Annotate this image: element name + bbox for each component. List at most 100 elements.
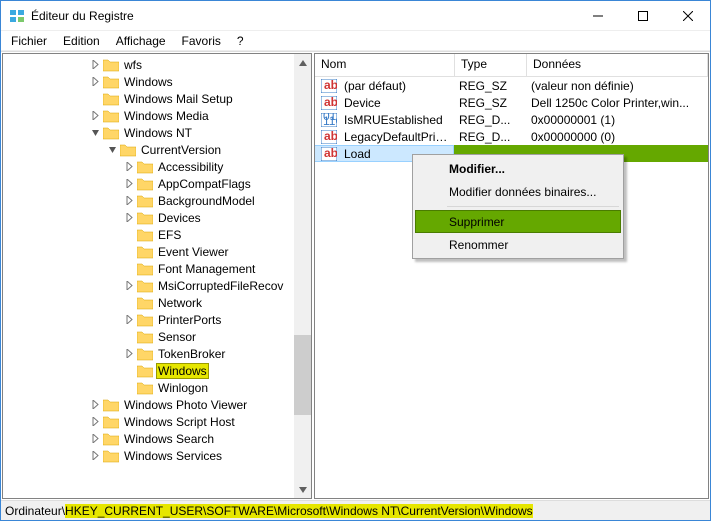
menu-edit[interactable]: Edition bbox=[57, 33, 106, 49]
tree-item-label: Event Viewer bbox=[156, 245, 230, 259]
tree-item-windows-mail-setup[interactable]: Windows Mail Setup bbox=[3, 90, 311, 107]
chevron-right-icon[interactable] bbox=[122, 196, 136, 205]
string-value-icon bbox=[321, 147, 337, 161]
chevron-right-icon[interactable] bbox=[88, 60, 102, 69]
list-row[interactable]: IsMRUEstablishedREG_D...0x00000001 (1) bbox=[315, 111, 708, 128]
maximize-button[interactable] bbox=[620, 1, 665, 30]
context-menu-item-modifier-donn-es-binaires-[interactable]: Modifier données binaires... bbox=[415, 180, 621, 203]
chevron-down-icon[interactable] bbox=[88, 128, 102, 137]
list-row[interactable]: DeviceREG_SZDell 1250c Color Printer,win… bbox=[315, 94, 708, 111]
tree-item-printerports[interactable]: PrinterPorts bbox=[3, 311, 311, 328]
context-menu-item-supprimer[interactable]: Supprimer bbox=[415, 210, 621, 233]
tree-item-label: Accessibility bbox=[156, 160, 225, 174]
list-row[interactable]: LegacyDefaultPrint...REG_D...0x00000000 … bbox=[315, 128, 708, 145]
menu-bar: Fichier Edition Affichage Favoris ? bbox=[1, 31, 710, 51]
tree-item-windows-search[interactable]: Windows Search bbox=[3, 430, 311, 447]
window-title: Éditeur du Registre bbox=[31, 9, 575, 23]
chevron-right-icon[interactable] bbox=[88, 77, 102, 86]
scroll-down-icon[interactable] bbox=[294, 481, 311, 498]
tree-item-label: Windows Photo Viewer bbox=[122, 398, 249, 412]
tree-item-efs[interactable]: EFS bbox=[3, 226, 311, 243]
status-path: HKEY_CURRENT_USER\SOFTWARE\Microsoft\Win… bbox=[65, 504, 533, 518]
tree-item-label: CurrentVersion bbox=[139, 143, 223, 157]
chevron-right-icon[interactable] bbox=[122, 281, 136, 290]
value-data: 0x00000000 (0) bbox=[527, 130, 708, 144]
col-name[interactable]: Nom bbox=[315, 54, 455, 76]
folder-icon bbox=[137, 364, 153, 378]
tree-item-tokenbroker[interactable]: TokenBroker bbox=[3, 345, 311, 362]
value-name: Load bbox=[340, 147, 375, 161]
main-content: wfs Windows Windows Mail SetupWindows Med… bbox=[1, 51, 710, 500]
vertical-scrollbar[interactable] bbox=[294, 54, 311, 498]
tree-item-windows-nt[interactable]: Windows NT bbox=[3, 124, 311, 141]
tree-item-backgroundmodel[interactable]: BackgroundModel bbox=[3, 192, 311, 209]
tree-item-label: Windows Search bbox=[122, 432, 216, 446]
tree-item-network[interactable]: Network bbox=[3, 294, 311, 311]
window-controls bbox=[575, 1, 710, 30]
scroll-track[interactable] bbox=[294, 71, 311, 481]
chevron-right-icon[interactable] bbox=[88, 111, 102, 120]
folder-icon bbox=[103, 92, 119, 106]
value-data: Dell 1250c Color Printer,win... bbox=[527, 96, 708, 110]
context-menu-item-modifier-[interactable]: Modifier... bbox=[415, 157, 621, 180]
value-type: REG_D... bbox=[455, 130, 527, 144]
minimize-button[interactable] bbox=[575, 1, 620, 30]
tree-panel: wfs Windows Windows Mail SetupWindows Med… bbox=[2, 53, 312, 499]
tree-item-appcompatflags[interactable]: AppCompatFlags bbox=[3, 175, 311, 192]
tree-item-currentversion[interactable]: CurrentVersion bbox=[3, 141, 311, 158]
chevron-right-icon[interactable] bbox=[88, 451, 102, 460]
value-type: REG_D... bbox=[455, 113, 527, 127]
chevron-right-icon[interactable] bbox=[88, 400, 102, 409]
chevron-right-icon[interactable] bbox=[88, 417, 102, 426]
scroll-thumb[interactable] bbox=[294, 335, 311, 415]
folder-icon bbox=[137, 262, 153, 276]
registry-tree[interactable]: wfs Windows Windows Mail SetupWindows Med… bbox=[3, 54, 311, 466]
chevron-down-icon[interactable] bbox=[105, 145, 119, 154]
tree-item-windows[interactable]: Windows bbox=[3, 362, 311, 379]
scroll-up-icon[interactable] bbox=[294, 54, 311, 71]
string-value-icon bbox=[321, 130, 337, 144]
tree-item-windows[interactable]: Windows bbox=[3, 73, 311, 90]
tree-item-font-management[interactable]: Font Management bbox=[3, 260, 311, 277]
folder-icon bbox=[137, 194, 153, 208]
menu-view[interactable]: Affichage bbox=[110, 33, 172, 49]
menu-help[interactable]: ? bbox=[231, 33, 250, 49]
tree-item-label: Devices bbox=[156, 211, 203, 225]
tree-item-windows-services[interactable]: Windows Services bbox=[3, 447, 311, 464]
chevron-right-icon[interactable] bbox=[122, 315, 136, 324]
tree-item-wfs[interactable]: wfs bbox=[3, 56, 311, 73]
tree-item-sensor[interactable]: Sensor bbox=[3, 328, 311, 345]
close-button[interactable] bbox=[665, 1, 710, 30]
tree-item-event-viewer[interactable]: Event Viewer bbox=[3, 243, 311, 260]
col-data[interactable]: Données bbox=[527, 54, 708, 76]
context-menu-item-renommer[interactable]: Renommer bbox=[415, 233, 621, 256]
chevron-right-icon[interactable] bbox=[122, 349, 136, 358]
tree-item-windows-photo-viewer[interactable]: Windows Photo Viewer bbox=[3, 396, 311, 413]
tree-item-msicorruptedfilerecov[interactable]: MsiCorruptedFileRecov bbox=[3, 277, 311, 294]
value-data: 0x00000001 (1) bbox=[527, 113, 708, 127]
tree-item-label: Sensor bbox=[156, 330, 198, 344]
tree-item-windows-media[interactable]: Windows Media bbox=[3, 107, 311, 124]
list-header: Nom Type Données bbox=[315, 54, 708, 77]
tree-item-windows-script-host[interactable]: Windows Script Host bbox=[3, 413, 311, 430]
tree-item-label: BackgroundModel bbox=[156, 194, 257, 208]
menu-file[interactable]: Fichier bbox=[5, 33, 53, 49]
menu-separator bbox=[447, 206, 619, 207]
list-row[interactable]: (par défaut)REG_SZ(valeur non définie) bbox=[315, 77, 708, 94]
status-prefix: Ordinateur\ bbox=[5, 504, 65, 518]
folder-icon bbox=[137, 279, 153, 293]
tree-item-winlogon[interactable]: Winlogon bbox=[3, 379, 311, 396]
folder-icon bbox=[137, 381, 153, 395]
tree-item-label: Windows Script Host bbox=[122, 415, 237, 429]
regedit-icon bbox=[9, 8, 25, 24]
chevron-right-icon[interactable] bbox=[122, 162, 136, 171]
tree-item-devices[interactable]: Devices bbox=[3, 209, 311, 226]
chevron-right-icon[interactable] bbox=[122, 213, 136, 222]
menu-fav[interactable]: Favoris bbox=[176, 33, 227, 49]
tree-item-label: Windows Services bbox=[122, 449, 224, 463]
tree-item-label: Windows bbox=[122, 75, 175, 89]
tree-item-accessibility[interactable]: Accessibility bbox=[3, 158, 311, 175]
chevron-right-icon[interactable] bbox=[122, 179, 136, 188]
chevron-right-icon[interactable] bbox=[88, 434, 102, 443]
col-type[interactable]: Type bbox=[455, 54, 527, 76]
